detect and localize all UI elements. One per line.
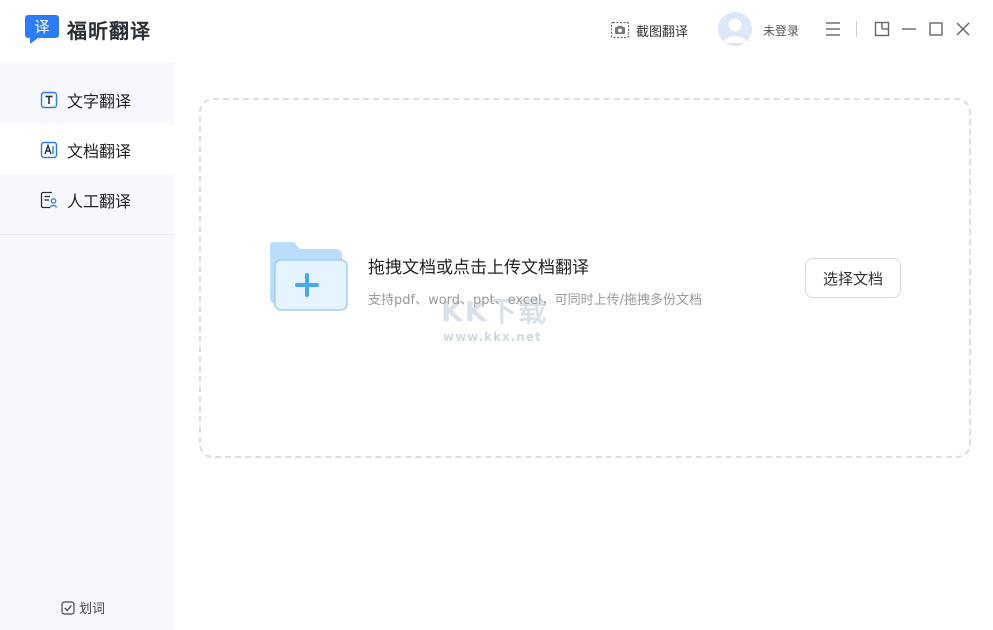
- maximize-icon[interactable]: [926, 19, 946, 39]
- titlebar-divider: [856, 21, 857, 37]
- screenshot-translate-label: 截图翻译: [636, 24, 689, 40]
- screenshot-translate-button[interactable]: 截图翻译: [610, 18, 688, 42]
- sidebar-item-label: 文字翻译: [67, 92, 132, 111]
- title-bar: 译 福昕翻译 截图翻译 未登录: [0, 0, 993, 62]
- upload-title: 拖拽文档或点击上传文档翻译: [368, 258, 589, 278]
- user-avatar[interactable]: [718, 12, 752, 46]
- sidebar: 文字翻译 文档翻译 人工翻译 划词: [0, 62, 175, 630]
- sidebar-item-document-translate[interactable]: 文档翻译: [0, 125, 175, 175]
- pin-window-icon[interactable]: [872, 19, 892, 39]
- upload-subtitle: 支持pdf、word、ppt、excel，可同时上传/拖拽多份文档: [368, 293, 703, 308]
- huaci-toggle[interactable]: 划词: [61, 598, 105, 617]
- checkbox-checked-icon[interactable]: [61, 600, 75, 615]
- doc-a-icon: [40, 141, 58, 159]
- human-translate-icon: [40, 191, 58, 209]
- choose-document-button[interactable]: 选择文档: [805, 258, 901, 298]
- sidebar-item-text-translate[interactable]: 文字翻译: [0, 75, 175, 125]
- sidebar-divider: [0, 234, 175, 235]
- app-title: 福昕翻译: [67, 19, 151, 43]
- sidebar-item-human-translate[interactable]: 人工翻译: [0, 175, 175, 225]
- sidebar-item-label: 人工翻译: [67, 192, 132, 211]
- sidebar-item-label: 文档翻译: [67, 142, 132, 161]
- login-status[interactable]: 未登录: [763, 22, 799, 39]
- minimize-icon[interactable]: [899, 19, 919, 39]
- app-logo-icon: 译: [25, 15, 59, 44]
- app-logo-text: 译: [34, 18, 49, 36]
- menu-icon[interactable]: [823, 19, 843, 39]
- camera-icon: [610, 21, 630, 39]
- folder-add-icon: [269, 242, 348, 311]
- text-t-icon: [40, 91, 58, 109]
- user-avatar-icon: [718, 12, 752, 46]
- close-icon[interactable]: [953, 19, 973, 39]
- huaci-label: 划词: [79, 602, 106, 617]
